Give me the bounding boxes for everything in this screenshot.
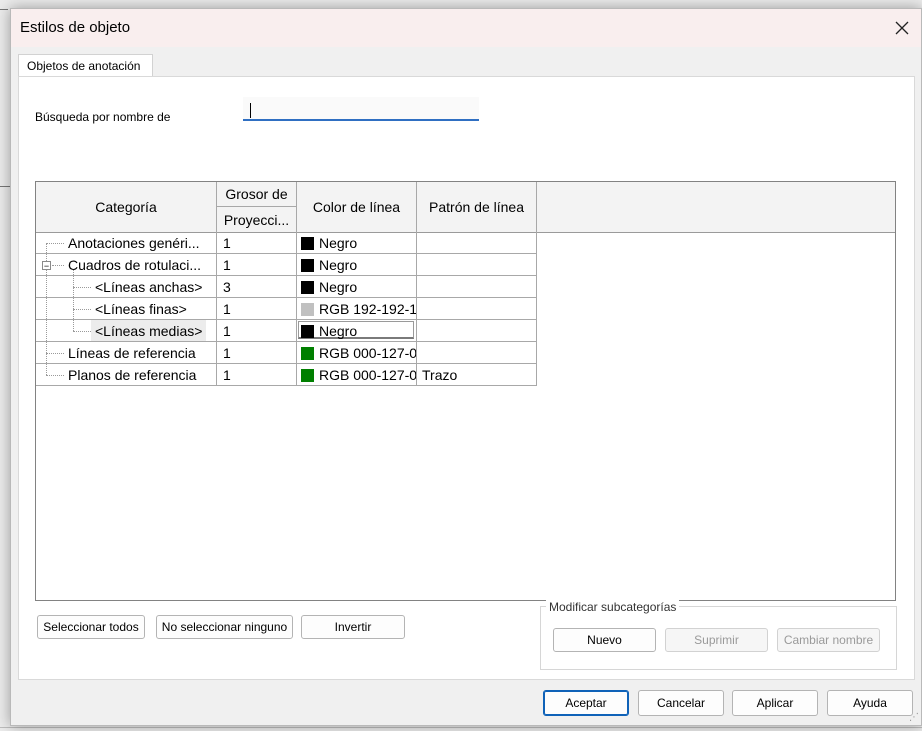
- tab-panel: Búsqueda por nombre de Categoría Grosor …: [18, 76, 915, 680]
- line-pattern-cell[interactable]: [417, 232, 537, 254]
- line-weight-cell[interactable]: 1: [217, 254, 297, 276]
- tree-connector: [46, 353, 64, 354]
- table-row[interactable]: Planos de referencia 1 RGB 000-127-0 Tra…: [36, 364, 537, 386]
- line-pattern-cell[interactable]: [417, 254, 537, 276]
- help-button[interactable]: Ayuda: [827, 690, 913, 716]
- tree-connector: [46, 375, 64, 376]
- line-pattern-cell[interactable]: Trazo: [417, 364, 537, 386]
- table-header: Categoría Grosor de Proyecci... Color de…: [36, 182, 895, 233]
- column-header-weight[interactable]: Grosor de: [217, 182, 297, 207]
- rename-button[interactable]: Cambiar nombre: [777, 628, 880, 652]
- color-swatch: [301, 259, 314, 272]
- category-cell: Planos de referencia: [36, 364, 217, 386]
- column-header-line-pattern[interactable]: Patrón de línea: [417, 182, 537, 232]
- search-input[interactable]: [243, 97, 479, 121]
- line-color-cell[interactable]: Negro: [297, 320, 417, 342]
- tree-connector: [73, 331, 91, 332]
- tab-annotation-objects[interactable]: Objetos de anotación: [18, 54, 153, 76]
- column-header-weight-projection[interactable]: Proyecci...: [217, 207, 297, 232]
- table-row-selected[interactable]: <Líneas medias> 1 Negro: [36, 320, 537, 342]
- line-weight-cell[interactable]: 1: [217, 232, 297, 254]
- color-name: Negro: [319, 235, 358, 251]
- select-none-button[interactable]: No seleccionar ninguno: [156, 615, 293, 639]
- new-button[interactable]: Nuevo: [553, 628, 656, 652]
- line-color-cell[interactable]: RGB 192-192-1: [297, 298, 417, 320]
- text-caret: [250, 103, 251, 118]
- line-color-cell[interactable]: RGB 000-127-0: [297, 364, 417, 386]
- category-name: <Líneas medias>: [91, 320, 207, 341]
- color-name: Negro: [319, 257, 358, 273]
- category-name: Cuadros de rotulaci...: [68, 257, 202, 273]
- delete-button[interactable]: Suprimir: [665, 628, 768, 652]
- color-swatch: [301, 237, 314, 250]
- object-styles-table: Categoría Grosor de Proyecci... Color de…: [35, 181, 896, 601]
- category-name: Líneas de referencia: [68, 345, 196, 361]
- color-swatch: [301, 325, 314, 338]
- table-row[interactable]: <Líneas finas> 1 RGB 192-192-1: [36, 298, 537, 320]
- search-label: Búsqueda por nombre de: [35, 110, 171, 124]
- close-button[interactable]: [887, 13, 917, 43]
- line-weight-cell[interactable]: 1: [217, 342, 297, 364]
- background-divider: [0, 727, 922, 728]
- category-name: Anotaciones genéri...: [68, 235, 200, 251]
- line-weight-cell[interactable]: 1: [217, 364, 297, 386]
- line-pattern-cell[interactable]: [417, 342, 537, 364]
- ok-button[interactable]: Aceptar: [543, 690, 629, 716]
- line-pattern-cell[interactable]: [417, 276, 537, 298]
- dialog-title: Estilos de objeto: [20, 19, 131, 36]
- apply-button[interactable]: Aplicar: [732, 690, 818, 716]
- tree-connector: [73, 309, 91, 310]
- background-divider: [0, 186, 10, 187]
- group-title: Modificar subcategorías: [546, 600, 680, 614]
- category-cell: <Líneas finas>: [36, 298, 217, 320]
- line-color-cell[interactable]: Negro: [297, 254, 417, 276]
- select-all-button[interactable]: Seleccionar todos: [37, 615, 145, 639]
- color-name: RGB 000-127-0: [319, 345, 417, 361]
- cancel-button[interactable]: Cancelar: [638, 690, 724, 716]
- column-header-category[interactable]: Categoría: [36, 182, 217, 232]
- title-bar: Estilos de objeto: [11, 9, 921, 47]
- color-name: RGB 000-127-0: [319, 367, 417, 383]
- color-swatch: [301, 347, 314, 360]
- line-color-cell[interactable]: RGB 000-127-0: [297, 342, 417, 364]
- color-name: RGB 192-192-1: [319, 301, 417, 317]
- color-name: Negro: [319, 279, 358, 295]
- tree-connector: [52, 265, 64, 266]
- line-weight-cell[interactable]: 1: [217, 320, 297, 342]
- color-swatch: [301, 281, 314, 294]
- line-pattern-cell[interactable]: [417, 298, 537, 320]
- category-name: Planos de referencia: [68, 367, 197, 383]
- line-weight-cell[interactable]: 3: [217, 276, 297, 298]
- table-row[interactable]: Líneas de referencia 1 RGB 000-127-0: [36, 342, 537, 364]
- category-name: <Líneas finas>: [95, 301, 187, 317]
- color-swatch: [301, 303, 314, 316]
- background-divider: [0, 9, 8, 10]
- category-cell: Líneas de referencia: [36, 342, 217, 364]
- color-swatch: [301, 369, 314, 382]
- tree-connector: [46, 243, 64, 244]
- tree-connector: [73, 287, 91, 288]
- column-header-line-color[interactable]: Color de línea: [297, 182, 417, 232]
- table-row[interactable]: <Líneas anchas> 3 Negro: [36, 276, 537, 298]
- line-weight-cell[interactable]: 1: [217, 298, 297, 320]
- resize-grip-icon[interactable]: ⋰: [909, 712, 919, 723]
- table-row[interactable]: − Cuadros de rotulaci... 1 Negro: [36, 254, 537, 276]
- category-name: <Líneas anchas>: [95, 279, 203, 295]
- category-cell: − Cuadros de rotulaci...: [36, 254, 217, 276]
- line-color-cell[interactable]: Negro: [297, 276, 417, 298]
- category-cell: <Líneas medias>: [36, 320, 217, 342]
- category-cell: <Líneas anchas>: [36, 276, 217, 298]
- category-cell: Anotaciones genéri...: [36, 232, 217, 254]
- invert-button[interactable]: Invertir: [301, 615, 405, 639]
- object-styles-dialog: Estilos de objeto Objetos de anotación B…: [10, 8, 922, 726]
- color-name: Negro: [319, 323, 358, 339]
- collapse-toggle[interactable]: −: [42, 261, 51, 271]
- line-pattern-cell[interactable]: [417, 320, 537, 342]
- close-icon: [895, 21, 909, 35]
- line-color-cell[interactable]: Negro: [297, 232, 417, 254]
- table-row[interactable]: Anotaciones genéri... 1 Negro: [36, 232, 537, 254]
